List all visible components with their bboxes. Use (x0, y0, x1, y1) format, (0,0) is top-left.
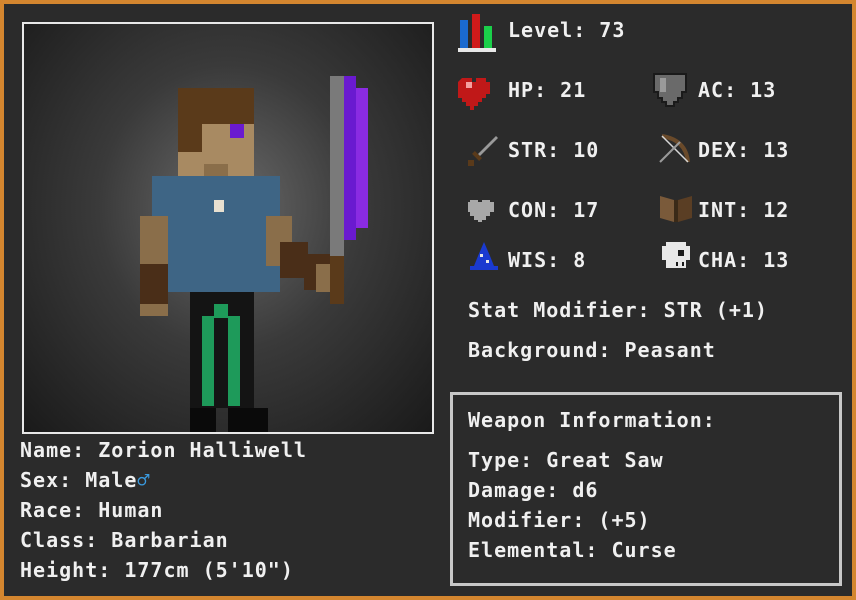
stat-modifier: Stat Modifier: STR (+1) (468, 298, 768, 322)
book-icon (660, 196, 692, 222)
str-value: STR: 10 (508, 138, 600, 162)
male-symbol-icon: ♂ (137, 468, 151, 492)
level-value: Level: 73 (508, 18, 626, 42)
character-sex-text: Sex: Male (20, 468, 138, 492)
character-sprite (140, 76, 368, 432)
bow-icon (659, 134, 690, 163)
weapon-type: Type: Great Saw (468, 448, 664, 472)
con-value: CON: 17 (508, 198, 600, 222)
weapon-elemental: Elemental: Curse (468, 538, 677, 562)
background: Background: Peasant (468, 338, 716, 362)
character-name: Name: Zorion Halliwell (20, 438, 307, 462)
dex-value: DEX: 13 (698, 138, 790, 162)
int-value: INT: 12 (698, 198, 790, 222)
character-height: Height: 177cm (5'10") (20, 558, 294, 582)
character-sex: Sex: Male♂ (20, 468, 150, 492)
level-bars-icon (458, 14, 496, 52)
shield-icon (653, 73, 687, 107)
hp-value: HP: 21 (508, 78, 587, 102)
character-portrait (22, 22, 434, 434)
ac-value: AC: 13 (698, 78, 777, 102)
cha-value: CHA: 13 (698, 248, 790, 272)
character-class: Class: Barbarian (20, 528, 229, 552)
heart-icon (458, 78, 490, 110)
weapon-heading: Weapon Information: (468, 408, 716, 432)
wizard-hat-icon (470, 242, 498, 270)
sword-icon (468, 136, 498, 166)
skull-icon (662, 242, 690, 268)
weapon-damage: Damage: d6 (468, 478, 599, 502)
character-race: Race: Human (20, 498, 164, 522)
weapon-modifier: Modifier: (+5) (468, 508, 651, 532)
con-heart-icon (468, 200, 494, 222)
character-card: Name: Zorion Halliwell Sex: Male♂ Race: … (4, 4, 852, 596)
wis-value: WIS: 8 (508, 248, 587, 272)
